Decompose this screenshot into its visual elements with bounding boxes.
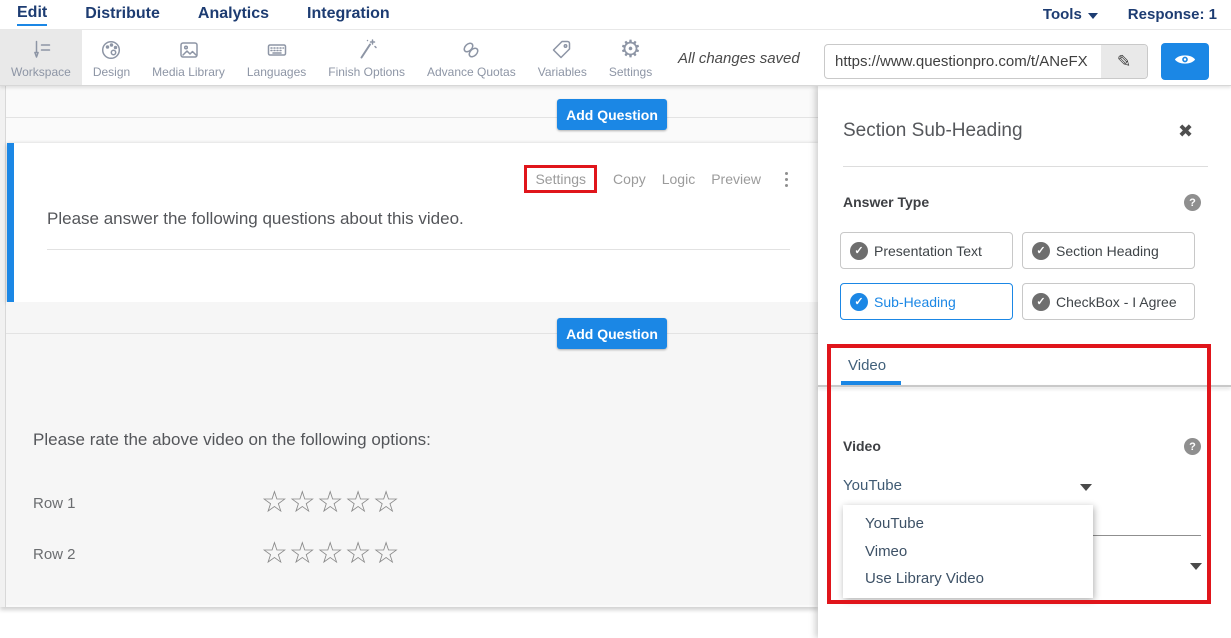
survey-url-box: ✎: [824, 44, 1148, 79]
rating-row-1: Row 1 ☆☆☆☆☆: [33, 486, 400, 520]
panel-title: Section Sub-Heading: [843, 120, 1023, 142]
question-logic-button[interactable]: Logic: [662, 171, 695, 187]
answer-type-label-text: Section Heading: [1056, 243, 1159, 259]
nav-tabs: Edit Distribute Analytics Integration: [0, 4, 390, 26]
toolbar-item-finish-options[interactable]: Finish Options: [317, 30, 416, 85]
gear-icon: ⚙: [620, 37, 642, 63]
chain-icon: [459, 37, 483, 63]
help-icon[interactable]: ?: [1184, 194, 1201, 211]
question-settings-button[interactable]: Settings: [524, 165, 597, 193]
chevron-down-icon[interactable]: [1190, 563, 1202, 570]
answer-type-checkbox-agree[interactable]: ✓ CheckBox - I Agree: [1022, 283, 1195, 320]
section-divider: [6, 117, 818, 118]
answer-type-label-text: CheckBox - I Agree: [1056, 294, 1177, 310]
nav-tab-distribute[interactable]: Distribute: [85, 5, 160, 25]
answer-type-label: Answer Type: [843, 194, 929, 210]
dropdown-option-vimeo[interactable]: Vimeo: [843, 543, 1093, 561]
palette-icon: [99, 37, 123, 63]
tools-menu[interactable]: Tools: [1043, 6, 1098, 23]
edit-url-button[interactable]: ✎: [1101, 45, 1147, 78]
nav-tab-analytics[interactable]: Analytics: [198, 5, 269, 25]
pencil-icon: ✎: [1117, 52, 1131, 72]
dropdown-option-youtube[interactable]: YouTube: [843, 515, 1093, 533]
image-icon: [177, 37, 201, 63]
eye-icon: [1174, 52, 1196, 72]
check-circle-icon: ✓: [850, 293, 868, 311]
toolbar-item-advance-quotas[interactable]: Advance Quotas: [416, 30, 527, 85]
question-preview-button[interactable]: Preview: [711, 171, 761, 187]
wand-icon: [355, 37, 379, 63]
question-card-subheading[interactable]: Settings Copy Logic Preview Please answe…: [7, 143, 818, 302]
tabbar-border: [818, 385, 1231, 387]
section-divider: [6, 333, 818, 334]
add-question-button-bottom[interactable]: Add Question: [557, 318, 667, 349]
chevron-down-icon: [1088, 13, 1098, 19]
survey-canvas: Add Question Settings Copy Logic Preview…: [0, 86, 818, 607]
nav-tab-integration[interactable]: Integration: [307, 5, 390, 25]
video-field-label: Video: [843, 438, 881, 454]
top-nav: Edit Distribute Analytics Integration To…: [0, 0, 1231, 30]
save-status: All changes saved: [678, 30, 800, 86]
row-label: Row 1: [33, 495, 261, 512]
answer-type-label-text: Presentation Text: [874, 243, 982, 259]
close-icon[interactable]: ✖: [1178, 121, 1193, 142]
tab-video[interactable]: Video: [848, 357, 886, 374]
tag-icon: [550, 37, 574, 63]
workspace-icon: [29, 37, 53, 63]
tools-label: Tools: [1043, 6, 1082, 23]
response-count[interactable]: Response: 1: [1128, 6, 1217, 23]
toolbar-item-label: Advance Quotas: [427, 65, 516, 79]
answer-type-label-text: Sub-Heading: [874, 294, 956, 310]
question-section-rating: Please rate the above video on the follo…: [6, 302, 818, 605]
check-circle-icon: ✓: [850, 242, 868, 260]
question-underline: [47, 249, 790, 250]
panel-divider: [843, 166, 1208, 167]
toolbar-item-label: Media Library: [152, 65, 225, 79]
toolbar-item-label: Finish Options: [328, 65, 405, 79]
star-rating-icons[interactable]: ☆☆☆☆☆: [261, 539, 400, 569]
help-icon[interactable]: ?: [1184, 438, 1201, 455]
survey-url-input[interactable]: [825, 53, 1101, 70]
keyboard-icon: [265, 37, 289, 63]
nav-right: Tools Response: 1: [1043, 6, 1231, 23]
answer-type-presentation-text[interactable]: ✓ Presentation Text: [840, 232, 1013, 269]
toolbar-item-label: Settings: [609, 65, 652, 79]
rating-question-text[interactable]: Please rate the above video on the follo…: [33, 430, 431, 450]
question-text[interactable]: Please answer the following questions ab…: [47, 209, 464, 229]
toolbar-item-label: Variables: [538, 65, 587, 79]
toolbar-item-workspace[interactable]: Workspace: [0, 30, 82, 85]
dropdown-option-library-video[interactable]: Use Library Video: [843, 570, 1093, 588]
question-settings-panel: Section Sub-Heading ✖ Answer Type ? ✓ Pr…: [818, 86, 1231, 638]
toolbar-item-variables[interactable]: Variables: [527, 30, 598, 85]
toolbar-item-media-library[interactable]: Media Library: [141, 30, 236, 85]
toolbar-item-label: Design: [93, 65, 130, 79]
toolbar-item-settings[interactable]: ⚙ Settings: [598, 30, 663, 85]
question-copy-button[interactable]: Copy: [613, 171, 646, 187]
toolbar-item-design[interactable]: Design: [82, 30, 141, 85]
answer-type-section-heading[interactable]: ✓ Section Heading: [1022, 232, 1195, 269]
toolbar-item-languages[interactable]: Languages: [236, 30, 317, 85]
video-source-select[interactable]: YouTube: [843, 477, 902, 494]
chevron-down-icon[interactable]: [1080, 484, 1092, 491]
star-rating-icons[interactable]: ☆☆☆☆☆: [261, 488, 400, 518]
question-actions: Settings Copy Logic Preview: [524, 165, 790, 193]
answer-type-sub-heading[interactable]: ✓ Sub-Heading: [840, 283, 1013, 320]
nav-tab-edit[interactable]: Edit: [17, 4, 47, 26]
check-circle-icon: ✓: [1032, 242, 1050, 260]
toolbar-item-label: Languages: [247, 65, 306, 79]
check-circle-icon: ✓: [1032, 293, 1050, 311]
preview-survey-button[interactable]: [1161, 43, 1209, 80]
add-question-button-top[interactable]: Add Question: [557, 99, 667, 130]
toolbar-item-label: Workspace: [11, 65, 71, 79]
row-label: Row 2: [33, 546, 261, 563]
rating-row-2: Row 2 ☆☆☆☆☆: [33, 537, 400, 571]
kebab-menu-icon[interactable]: [783, 170, 790, 189]
video-source-dropdown-menu: YouTube Vimeo Use Library Video: [843, 505, 1093, 598]
